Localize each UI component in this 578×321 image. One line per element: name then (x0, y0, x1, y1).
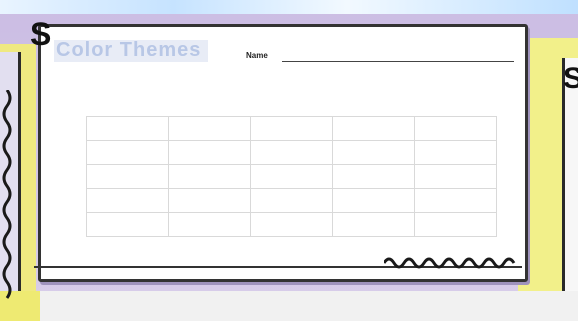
page-title: Color Themes (56, 39, 202, 61)
grid-cell (332, 164, 415, 189)
grid-cell (332, 140, 415, 165)
grid-row (86, 212, 497, 237)
grid-cell (168, 164, 251, 189)
grid-cell (250, 212, 333, 237)
grid-cell (414, 116, 497, 141)
grid-row (86, 164, 497, 189)
grid-cell (86, 140, 169, 165)
name-field-line (282, 61, 514, 62)
grid-cell (86, 212, 169, 237)
grid-row (86, 188, 497, 213)
left-squiggle-icon (2, 90, 12, 299)
top-blue-strip (0, 0, 578, 14)
bottom-squiggle-icon (384, 257, 516, 269)
grid-cell (414, 188, 497, 213)
grid-cell (414, 140, 497, 165)
grid-cell (86, 116, 169, 141)
grid-cell (332, 212, 415, 237)
grid-cell (250, 164, 333, 189)
grid-cell (332, 116, 415, 141)
grid-row (86, 116, 497, 141)
grid-cell (332, 188, 415, 213)
s-decoration: S (30, 16, 52, 52)
grid-cell (414, 164, 497, 189)
grid-cell (168, 212, 251, 237)
grid-cell (168, 140, 251, 165)
word-grid (86, 116, 497, 237)
grid-row (86, 140, 497, 165)
grid-cell (168, 188, 251, 213)
grid-cell (86, 188, 169, 213)
worksheet-photo: S S Color Themes Name (0, 0, 578, 321)
grid-cell (86, 164, 169, 189)
grid-cell (168, 116, 251, 141)
bottom-white-band (0, 291, 578, 321)
name-label: Name (246, 51, 268, 60)
grid-cell (250, 140, 333, 165)
grid-cell (250, 116, 333, 141)
right-s-decoration: S (563, 62, 578, 95)
grid-cell (414, 212, 497, 237)
grid-cell (250, 188, 333, 213)
